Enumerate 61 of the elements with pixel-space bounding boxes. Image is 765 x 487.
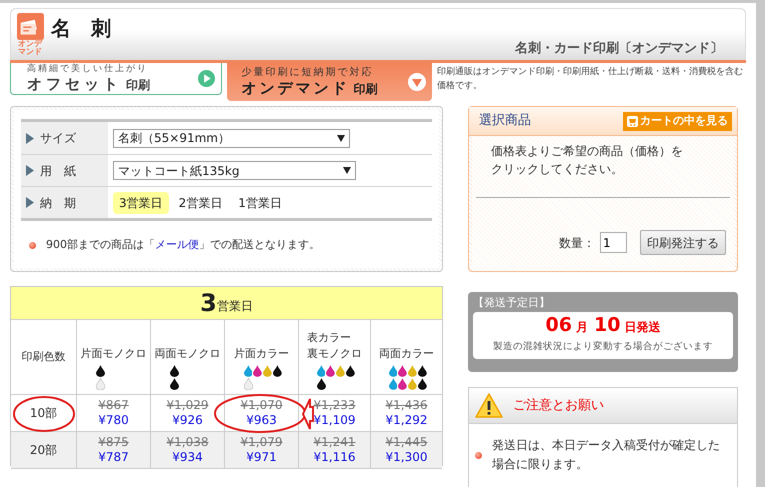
price-cell[interactable]: ¥1,241 ¥1,116 [299,432,371,469]
quantity-label: 数量： [559,234,595,252]
price-cell[interactable]: ¥1,070 ¥963 [225,395,299,432]
ship-day: 10 [594,314,620,336]
month-unit: 月 [576,319,588,336]
offset-tab[interactable]: 高精細で美しい仕上がり オフセット 印刷 [10,63,222,95]
triangle-bullet-icon [26,132,34,144]
price-note: 印刷通販はオンデマンド印刷・印刷用紙・仕上げ断裁・送料・消費税を含む価格です。 [436,66,744,93]
option-label: 納 期 [40,194,76,212]
dropdown-select[interactable]: 名刺（55×91mm） [113,128,350,148]
price-cell[interactable]: ¥875 ¥787 [77,432,151,469]
quantity-cell-text: 20部 [30,442,58,459]
column-header: 両面カラー [379,346,434,362]
price-cell[interactable]: ¥1,079 ¥971 [225,432,299,469]
on-demand-tab[interactable]: 少量印刷に短納期で対応 オンデマンド 印刷 [227,63,432,101]
ship-month: 06 [546,314,572,336]
option-label: 用 紙 [40,162,76,180]
business-card-logo-icon [16,13,44,40]
price-cell[interactable]: ¥867 ¥780 [77,395,151,432]
panel-title: 選択商品 [479,112,531,130]
mail-link[interactable]: メール便 [155,238,199,251]
annotation-ellipse [12,395,76,433]
shipping-note: 製造の混雑状況により変動する場合がございます [493,340,713,354]
price-cell[interactable]: ¥1,038 ¥934 [151,432,225,469]
quantity-input[interactable]: 1 [600,232,627,253]
logo-text: マンド [18,48,42,56]
column-header: 片面モノクロ [80,346,146,362]
dropdown-caret-icon [343,167,351,174]
page-title: 名 刺 [51,15,111,42]
bullet-icon [29,242,36,249]
dropdown-caret-icon [337,134,345,142]
column-header: 両面モノクロ [154,346,220,362]
shipping-title: 【発送予定日】 [473,295,551,311]
option-label: サイズ [40,130,76,147]
column-header: 片面カラー [234,346,289,362]
triangle-bullet-icon [26,197,34,208]
column-header: 表カラー 裏モノクロ [307,330,362,362]
price-cell[interactable]: ¥1,233 ¥1,109 [299,395,371,432]
order-button[interactable]: 印刷発注する [640,230,726,255]
column-header: 印刷色数 [22,348,66,365]
price-cell[interactable]: ¥1,029 ¥926 [151,395,225,432]
notice-item: 発送日は、本日データ入稿受付が確定した場合に限ります。 [492,437,721,473]
price-cell[interactable]: ¥1,445 ¥1,300 [371,432,442,469]
days-unit: 営業日 [216,298,253,315]
quantity-cell-text: 10部 [30,405,58,422]
logo-text: オンデ [18,40,42,48]
delivery-note: 900部までの商品は「メール便」での配送となります。 [46,237,320,253]
day-unit: 日発送 [624,319,660,336]
delivery-option[interactable]: 2営業日 [172,192,228,214]
page-subtitle: 名刺・カード印刷〔オンデマンド〕 [515,40,723,58]
days-number: 3 [200,290,217,316]
dropdown-select[interactable]: マットコート紙135kg [113,161,356,180]
delivery-option[interactable]: 3営業日 [113,192,169,214]
warning-icon [475,393,503,418]
cart-icon [627,116,638,126]
selection-message: 価格表よりご希望の商品（価格）をクリックしてください。 [490,143,684,178]
triangle-bullet-icon [26,165,34,176]
bullet-icon [475,452,482,459]
delivery-option[interactable]: 1営業日 [232,192,288,214]
annotation-arrow [302,397,314,431]
notice-title: ご注意とお願い [513,396,604,415]
